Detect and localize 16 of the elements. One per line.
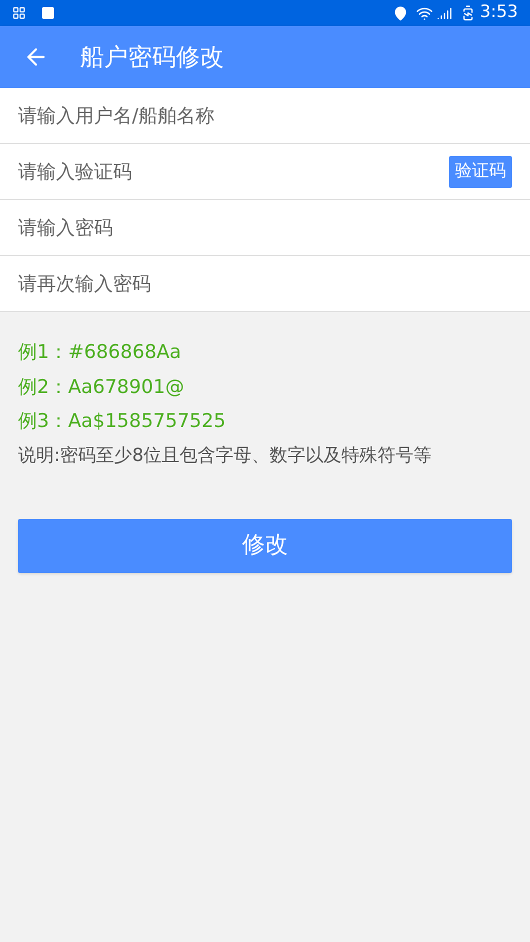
example-text: 例3：Aa$1585757525 [18, 409, 227, 434]
input-field[interactable]: 请输入密码 [18, 200, 512, 255]
apps-icon [12, 6, 26, 20]
page-title: 船户密码修改 [80, 42, 224, 73]
app-icon [42, 7, 54, 19]
verification-code-button[interactable]: 验证码 [449, 156, 512, 188]
input-field[interactable]: 请输入用户名/船舶名称 [18, 88, 512, 143]
location-icon [392, 6, 408, 20]
signal-icon [436, 6, 452, 20]
submit-button[interactable]: 修改 [18, 518, 512, 572]
clock: 3:53 [480, 1, 518, 24]
example-text: 例2：Aa678901@ [18, 374, 186, 400]
password-note: 说明:密码至少8位且包含字母、数字以及特殊符号等 [18, 444, 433, 468]
input-field[interactable]: 请再次输入密码 [18, 256, 512, 311]
input-field[interactable]: 请输入验证码 [18, 144, 449, 199]
example-text: 例1：#686868Aa [18, 340, 182, 365]
